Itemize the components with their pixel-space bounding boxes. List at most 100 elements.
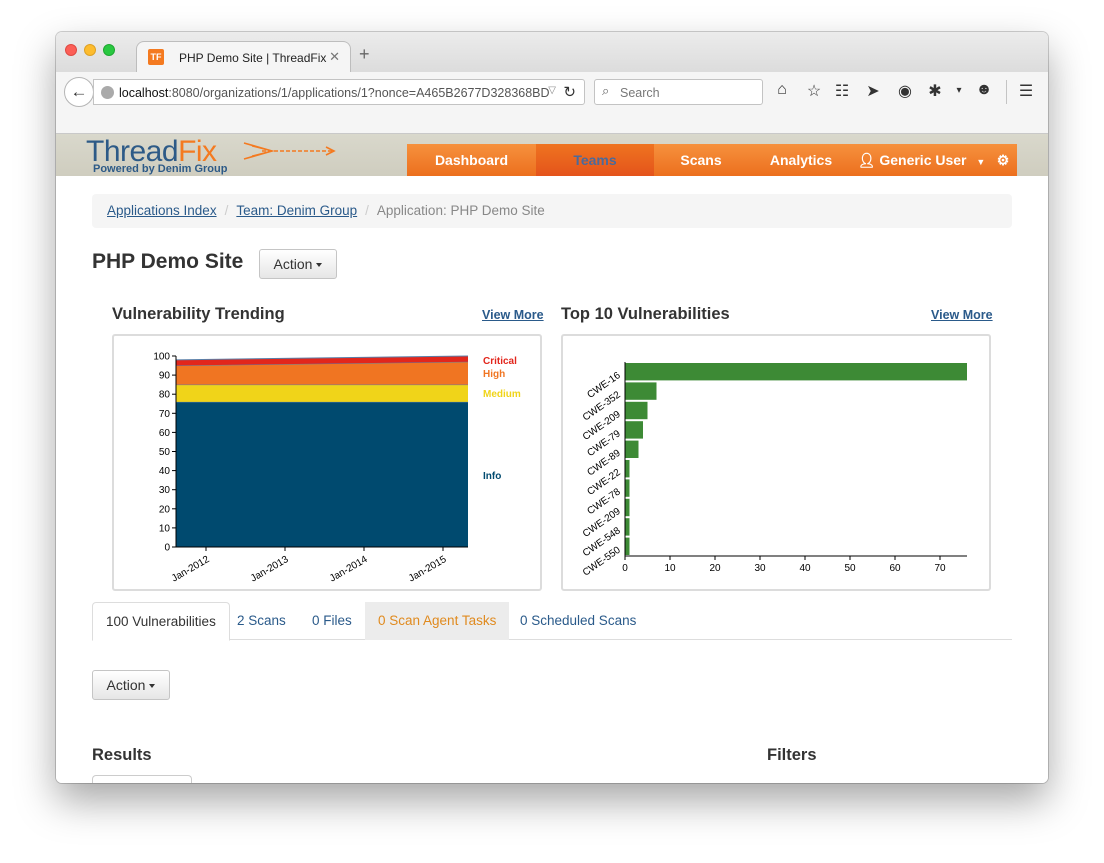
y-tick-label: 70 <box>159 409 171 420</box>
extension-icon[interactable]: ✱ <box>924 81 946 101</box>
results-table-edge <box>92 775 192 783</box>
y-tick-label: 20 <box>159 504 171 515</box>
tab-files[interactable]: 0 Files <box>299 602 365 640</box>
bar-cwe-89 <box>625 440 639 458</box>
user-icon: 👤︎ <box>857 152 876 168</box>
y-tick-label: 100 <box>153 352 170 363</box>
bar-cwe-352 <box>625 382 657 400</box>
logo-tagline: Powered by Denim Group <box>93 163 228 175</box>
y-tick-label: 0 <box>164 543 170 554</box>
area-info <box>176 401 468 547</box>
tab-title: PHP Demo Site | ThreadFix <box>179 51 327 65</box>
y-tick-label: 30 <box>159 485 171 496</box>
x-tick-label: 0 <box>622 563 628 574</box>
bar-cwe-22 <box>625 460 630 478</box>
home-icon[interactable]: ⌂ <box>771 81 793 99</box>
settings-gear-icon[interactable]: ⚙ <box>989 144 1017 176</box>
browser-tab[interactable]: TF PHP Demo Site | ThreadFix ✕ <box>136 41 351 73</box>
search-icon: ⌕ <box>602 83 610 98</box>
tab-scans[interactable]: 2 Scans <box>224 602 299 640</box>
user-dropdown-icon: ▼ <box>976 157 986 167</box>
application-tabs: 100 Vulnerabilities 2 Scans 0 Files 0 Sc… <box>92 602 1012 641</box>
bar-cwe-16 <box>625 363 967 381</box>
breadcrumb-separator: / <box>224 203 229 218</box>
close-window-button[interactable] <box>65 44 77 56</box>
url-bar[interactable]: localhost:8080/organizations/1/applicati… <box>93 79 585 105</box>
zoom-window-button[interactable] <box>103 44 115 56</box>
lower-action-button[interactable]: Action <box>92 670 170 700</box>
reload-icon[interactable]: ↻ <box>563 83 576 101</box>
main-menu: Dashboard Teams Scans Analytics 👤︎ Gener… <box>407 144 1017 176</box>
emoji-icon[interactable]: ☻ <box>973 81 995 99</box>
trend-chart-panel: 0 10 20 30 40 50 60 70 80 90 100 Jan-2012 Jan-2013 Ja… <box>112 334 542 591</box>
legend-medium: Medium <box>483 389 521 400</box>
page-title: PHP Demo Site <box>92 250 244 273</box>
x-tick-label: 30 <box>754 563 766 574</box>
menu-scans[interactable]: Scans <box>654 144 748 176</box>
trend-chart-title: Vulnerability Trending <box>112 305 285 323</box>
top10-view-more-link[interactable]: View More <box>931 308 993 322</box>
trend-view-more-link[interactable]: View More <box>482 308 544 322</box>
user-name: Generic User <box>879 152 967 168</box>
minimize-window-button[interactable] <box>84 44 96 56</box>
top10-chart-panel: CWE-16 CWE-352 CWE-209 CWE-79 CWE-89 CWE-22 CW… <box>561 334 991 591</box>
tab-scan-agent-tasks[interactable]: 0 Scan Agent Tasks <box>365 602 510 640</box>
breadcrumb-applications-index[interactable]: Applications Index <box>107 203 217 218</box>
area-medium <box>176 384 468 402</box>
url-dropdown-icon[interactable]: ▽ <box>548 85 556 96</box>
legend-info: Info <box>483 471 501 482</box>
filters-title: Filters <box>767 746 817 764</box>
app-header: ThreadFix Powered by Denim Group Dashboa… <box>56 134 1048 176</box>
menu-teams[interactable]: Teams <box>536 144 654 176</box>
y-tick-label: 10 <box>159 523 171 534</box>
menu-analytics[interactable]: Analytics <box>748 144 854 176</box>
y-tick-label: 40 <box>159 466 171 477</box>
breadcrumb-current: Application: PHP Demo Site <box>376 203 545 218</box>
browser-window: TF PHP Demo Site | ThreadFix ✕ + ← local… <box>56 32 1048 783</box>
results-title: Results <box>92 746 152 764</box>
action-button[interactable]: Action <box>259 249 337 279</box>
new-tab-icon[interactable]: + <box>359 45 370 63</box>
menu-dashboard[interactable]: Dashboard <box>407 144 536 176</box>
x-tick-label: 20 <box>709 563 721 574</box>
bar-cwe-550 <box>625 537 630 555</box>
trend-chart: 0 10 20 30 40 50 60 70 80 90 100 Jan-2012 Jan-2013 Ja… <box>153 352 521 585</box>
pocket-icon[interactable]: ◉ <box>894 81 916 101</box>
y-tick-label: 90 <box>159 371 171 382</box>
back-arrow-icon[interactable]: ← <box>64 77 94 107</box>
x-tick-label: Jan-2012 <box>170 554 212 585</box>
legend-critical: Critical <box>483 356 517 367</box>
bar-cwe-209 <box>625 498 630 517</box>
top10-chart: CWE-16CWE-352CWE-209CWE-79CWE-89CWE-22CW… <box>581 362 967 579</box>
breadcrumb: Applications Index / Team: Denim Group / App… <box>92 194 1012 228</box>
send-icon[interactable]: ➤ <box>862 81 884 101</box>
reading-list-icon[interactable]: ☷ <box>831 81 853 101</box>
menu-user[interactable]: 👤︎ Generic User ▼ <box>854 144 989 176</box>
x-tick-label: Jan-2014 <box>328 554 370 585</box>
bookmark-star-icon[interactable]: ☆ <box>803 81 825 101</box>
main-content: Applications Index / Team: Denim Group / App… <box>56 176 1048 783</box>
legend-high: High <box>483 369 505 380</box>
top10-chart-title: Top 10 Vulnerabilities <box>561 305 730 323</box>
browser-tab-bar: TF PHP Demo Site | ThreadFix ✕ + <box>56 32 1048 73</box>
breadcrumb-team[interactable]: Team: Denim Group <box>236 203 357 218</box>
x-tick-label: 70 <box>934 563 946 574</box>
threadfix-favicon-icon: TF <box>148 49 164 65</box>
y-tick-label: 80 <box>159 390 171 401</box>
y-tick-label: 60 <box>159 428 171 439</box>
logo-arrow-icon <box>243 142 336 160</box>
tab-scheduled-scans[interactable]: 0 Scheduled Scans <box>507 602 649 640</box>
search-input[interactable]: ⌕ Search <box>594 79 763 105</box>
tab-vulnerabilities[interactable]: 100 Vulnerabilities <box>92 602 230 641</box>
extension-dropdown-icon[interactable]: ▾ <box>948 85 970 96</box>
hamburger-menu-icon[interactable]: ☰ <box>1015 81 1037 101</box>
browser-nav-bar: ← localhost:8080/organizations/1/applica… <box>56 72 1048 134</box>
x-tick-label: Jan-2013 <box>249 554 291 585</box>
caret-down-icon <box>316 263 323 268</box>
x-tick-label: 60 <box>889 563 901 574</box>
tab-close-icon[interactable]: ✕ <box>329 49 340 65</box>
breadcrumb-separator: / <box>365 203 369 218</box>
x-tick-label: Jan-2015 <box>407 554 449 585</box>
x-tick-label: 10 <box>664 563 676 574</box>
bar-cwe-78 <box>625 479 630 497</box>
